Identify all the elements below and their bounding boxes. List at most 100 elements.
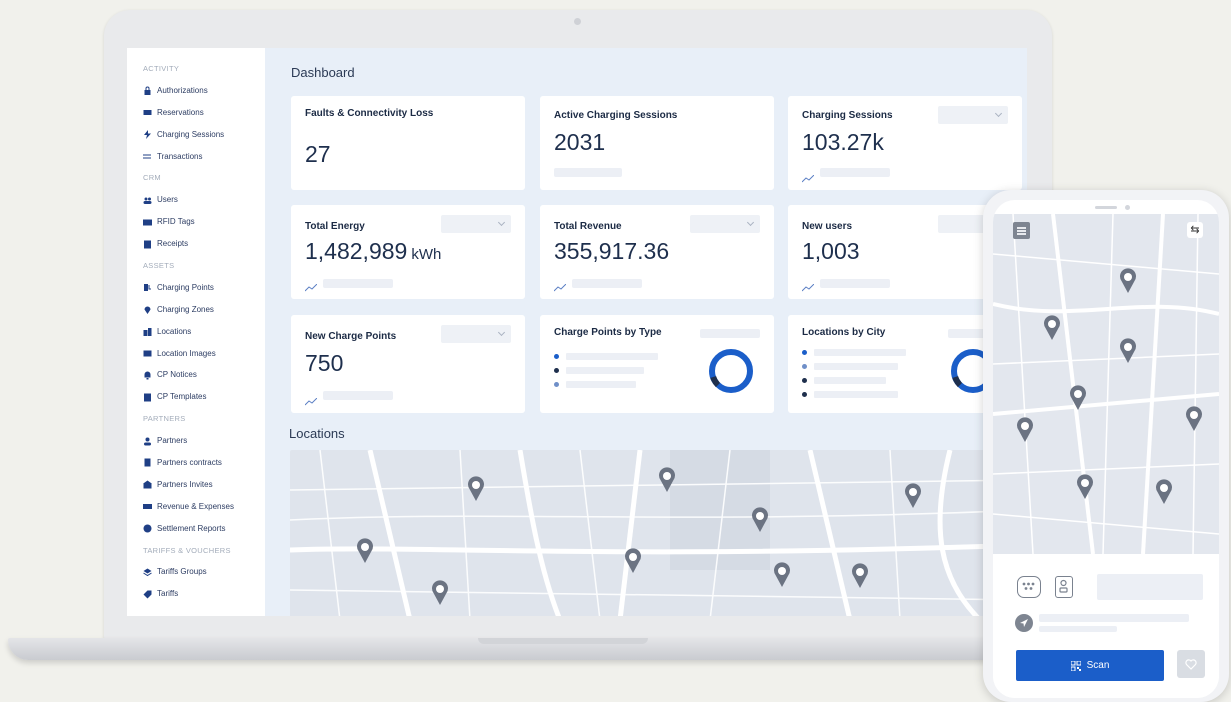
locations-map[interactable] xyxy=(290,450,1027,616)
money-icon xyxy=(143,502,152,511)
sidebar-item-reservations[interactable]: Reservations xyxy=(127,102,265,124)
period-select[interactable] xyxy=(938,106,1008,124)
card-new-charge-points[interactable]: New Charge Points 750 xyxy=(291,315,525,413)
sidebar-item-label: Charging Sessions xyxy=(157,129,225,139)
map-pin-icon[interactable] xyxy=(1076,474,1094,500)
sidebar-item-receipts[interactable]: Receipts xyxy=(127,233,265,255)
phone-frame: ⇆ Scan xyxy=(983,190,1229,702)
map-pin-icon[interactable] xyxy=(467,476,485,502)
card-total-revenue[interactable]: Total Revenue 355,917.36 xyxy=(540,205,774,299)
sidebar-item-label: Locations xyxy=(157,326,192,336)
tag-icon xyxy=(143,590,152,599)
placeholder-bar xyxy=(820,168,890,177)
card-value: 103.27k xyxy=(802,129,884,155)
placeholder-bar xyxy=(572,279,642,288)
laptop-notch xyxy=(478,638,648,644)
map-pin-icon[interactable] xyxy=(1016,417,1034,443)
period-select[interactable] xyxy=(690,215,760,233)
sidebar-section-heading: CRM xyxy=(143,173,161,183)
map-pin-icon[interactable] xyxy=(1069,385,1087,411)
scan-label: Scan xyxy=(1086,660,1110,671)
map-pin-icon[interactable] xyxy=(851,563,869,589)
user-icon xyxy=(143,437,152,446)
sidebar-item-tariffs-groups[interactable]: Tariffs Groups xyxy=(127,561,265,583)
page-title: Dashboard xyxy=(291,65,355,80)
laptop-base xyxy=(8,638,1148,660)
card-cp-by-type[interactable]: Charge Points by Type xyxy=(540,315,774,413)
sidebar-item-transactions[interactable]: Transactions xyxy=(127,146,265,168)
filter-icon[interactable]: ⇆ xyxy=(1187,222,1203,238)
navigate-icon[interactable] xyxy=(1015,614,1033,632)
sidebar-item-label: CP Templates xyxy=(157,392,207,402)
map-pin-icon[interactable] xyxy=(356,538,374,564)
image-icon xyxy=(143,349,152,358)
layers-icon xyxy=(143,568,152,577)
sidebar-item-label: Users xyxy=(157,195,178,205)
plug-ccs-icon[interactable] xyxy=(1055,576,1073,598)
sidebar-item-label: Partners Invites xyxy=(157,479,213,489)
sidebar-item-partners-contracts[interactable]: Partners contracts xyxy=(127,452,265,474)
id-card-icon xyxy=(143,218,152,227)
phone-camera xyxy=(1125,205,1130,210)
legend-row xyxy=(554,367,644,374)
lock-icon xyxy=(143,86,152,96)
sidebar-item-label: Location Images xyxy=(157,348,216,358)
sidebar-item-settlement-reports[interactable]: Settlement Reports xyxy=(127,518,265,540)
map-pin-icon[interactable] xyxy=(1185,406,1203,432)
map-pin-icon[interactable] xyxy=(904,483,922,509)
sidebar-item-label: Tariffs xyxy=(157,589,179,599)
map-pin-icon[interactable] xyxy=(1119,338,1137,364)
qr-code-icon xyxy=(1070,660,1081,671)
pin-icon xyxy=(143,305,152,315)
map-pin-icon[interactable] xyxy=(1155,479,1173,505)
sidebar-item-label: Partners contracts xyxy=(157,458,222,468)
map-pin-icon[interactable] xyxy=(624,548,642,574)
sidebar-item-revenue-expenses[interactable]: Revenue & Expenses xyxy=(127,496,265,518)
favorite-button[interactable] xyxy=(1177,650,1205,678)
card-total-energy[interactable]: Total Energy 1,482,989 kWh xyxy=(291,205,525,299)
card-title: Active Charging Sessions xyxy=(554,110,678,121)
sidebar-item-tariffs[interactable]: Tariffs xyxy=(127,583,265,605)
sidebar-item-partners[interactable]: Partners xyxy=(127,430,265,452)
sidebar-item-charging-points[interactable]: Charging Points xyxy=(127,277,265,299)
placeholder-bar xyxy=(1039,626,1117,632)
sidebar-item-users[interactable]: Users xyxy=(127,189,265,211)
sidebar-item-cp-notices[interactable]: CP Notices xyxy=(127,364,265,386)
phone-speaker xyxy=(1095,206,1117,209)
sidebar-item-charging-sessions[interactable]: Charging Sessions xyxy=(127,124,265,146)
sidebar-section-heading: ASSETS xyxy=(143,261,175,271)
card-charging-sessions[interactable]: Charging Sessions 103.27k xyxy=(788,96,1022,190)
card-active-sessions[interactable]: Active Charging Sessions 2031 xyxy=(540,96,774,190)
sidebar-item-authorizations[interactable]: Authorizations xyxy=(127,80,265,102)
plug-type2-icon[interactable] xyxy=(1017,576,1041,598)
period-select[interactable] xyxy=(441,215,511,233)
phone-map-roads xyxy=(993,214,1219,554)
sidebar-item-locations[interactable]: Locations xyxy=(127,321,265,343)
receipt-icon xyxy=(143,240,152,249)
map-pin-icon[interactable] xyxy=(1119,268,1137,294)
period-select[interactable] xyxy=(441,325,511,343)
map-pin-icon[interactable] xyxy=(658,467,676,493)
heart-icon xyxy=(1185,658,1197,670)
sidebar-item-charging-zones[interactable]: Charging Zones xyxy=(127,299,265,321)
card-faults[interactable]: Faults & Connectivity Loss 27 xyxy=(291,96,525,190)
map-pin-icon[interactable] xyxy=(773,562,791,588)
sidebar-item-cp-templates[interactable]: CP Templates xyxy=(127,386,265,408)
sidebar-item-label: RFID Tags xyxy=(157,217,195,227)
map-pin-icon[interactable] xyxy=(751,507,769,533)
menu-icon[interactable] xyxy=(1013,222,1030,239)
map-pin-icon[interactable] xyxy=(431,580,449,606)
phone-map[interactable] xyxy=(993,214,1219,554)
sidebar-section-heading: TARIFFS & VOUCHERS xyxy=(143,545,231,555)
invite-icon xyxy=(143,480,152,489)
trend-up-icon xyxy=(801,279,815,292)
scan-button[interactable]: Scan xyxy=(1016,650,1164,681)
card-value: 1,003 xyxy=(802,238,860,264)
sidebar-item-location-images[interactable]: Location Images xyxy=(127,343,265,365)
map-pin-icon[interactable] xyxy=(1043,315,1061,341)
charger-icon xyxy=(143,283,152,292)
placeholder-bar xyxy=(1039,614,1189,622)
sidebar-item-rfid-tags[interactable]: RFID Tags xyxy=(127,211,265,233)
sidebar-item-partners-invites[interactable]: Partners Invites xyxy=(127,474,265,496)
placeholder-bar xyxy=(323,391,393,400)
